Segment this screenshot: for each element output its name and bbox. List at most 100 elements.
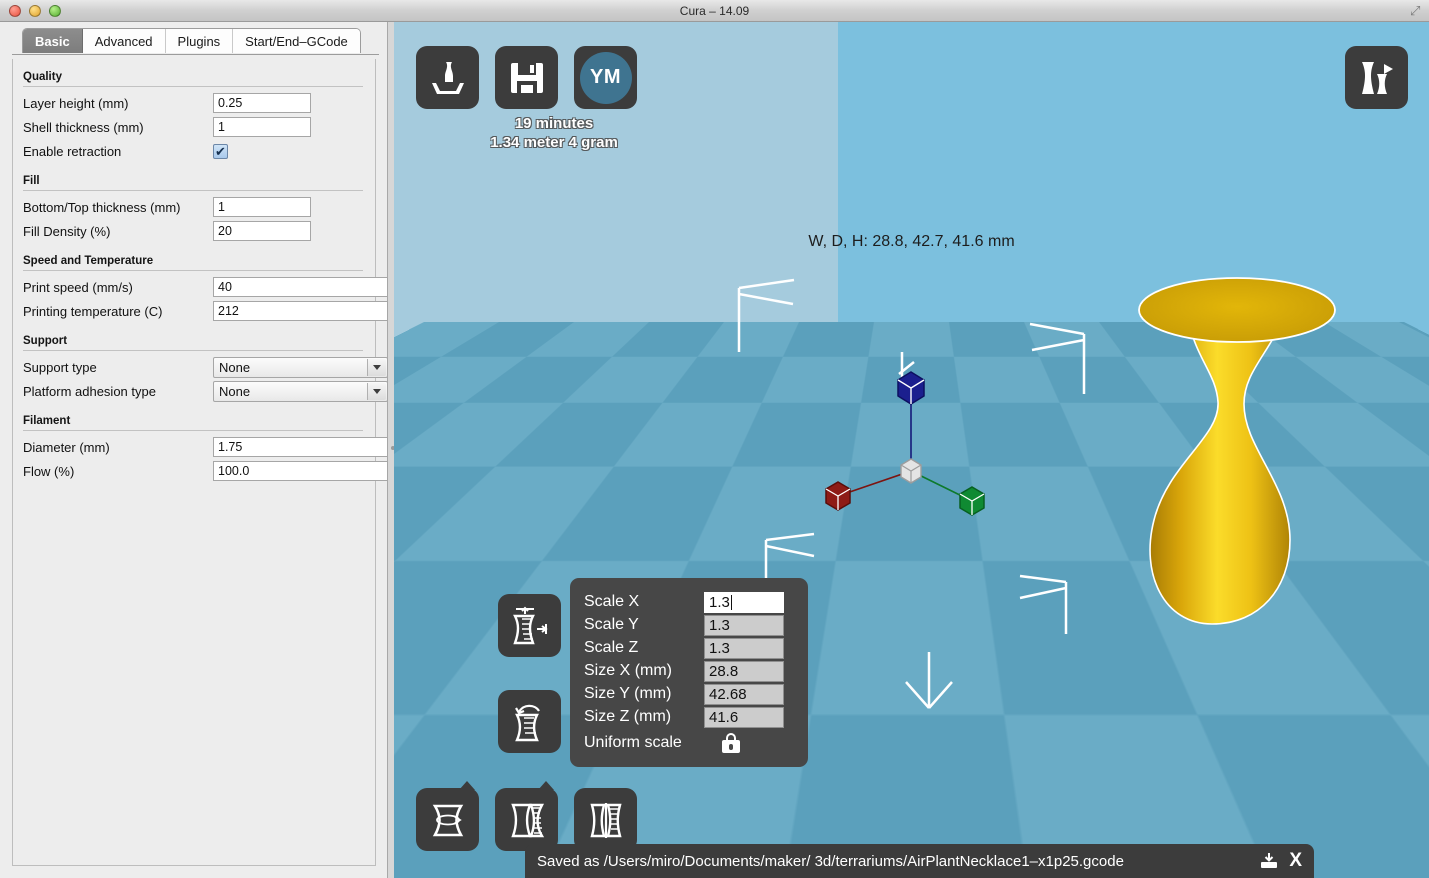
scale-dialog-input[interactable]: 1.3 <box>704 614 784 636</box>
setting-label: Bottom/Top thickness (mm) <box>23 199 181 215</box>
setting-input[interactable]: 100.0 <box>213 461 388 481</box>
scale-dialog-label: Size X (mm) <box>584 662 672 679</box>
scale-dialog-row: Size Z (mm) 41.6 <box>584 706 794 728</box>
setting-label: Flow (%) <box>23 463 75 479</box>
tab-plugins[interactable]: Plugins <box>165 29 234 53</box>
resize-grip-icon[interactable]: ⤢ <box>1410 4 1424 18</box>
scale-dialog-row: Scale Y 1.3 <box>584 614 794 636</box>
scale-dialog-input[interactable]: 1.3 <box>704 637 784 659</box>
setting-dropdown[interactable]: None <box>213 380 388 402</box>
eject-sd-button[interactable] <box>1259 852 1279 870</box>
scale-dialog-input[interactable]: 42.68 <box>704 683 784 705</box>
setting-label: Support type <box>23 359 97 375</box>
load-model-button[interactable] <box>416 46 479 109</box>
load-model-icon <box>431 61 464 94</box>
setting-row: Bottom/Top thickness (mm) 1 <box>23 196 367 218</box>
split-object-tool-icon <box>589 802 622 838</box>
scale-dialog-label: Scale X <box>584 593 640 610</box>
uniform-scale-label: Uniform scale <box>584 734 682 751</box>
setting-label: Diameter (mm) <box>23 439 110 455</box>
rotate-tool-icon <box>514 704 540 741</box>
settings-group-rule <box>23 270 363 271</box>
setting-dropdown-value: None <box>219 359 251 375</box>
lock-icon[interactable] <box>722 733 740 753</box>
model-dimensions-label: W, D, H: 28.8, 42.7, 41.6 mm <box>808 233 1015 250</box>
setting-input[interactable]: 1 <box>213 197 311 217</box>
mirror-tool-icon <box>432 804 463 836</box>
setting-dropdown[interactable]: None <box>213 356 388 378</box>
view-mode-button[interactable] <box>1345 46 1408 109</box>
bottom-toolbar <box>416 781 637 852</box>
tab-start-end-gcode[interactable]: Start/End–GCode <box>233 29 360 53</box>
setting-row: Platform adhesion type None <box>23 380 388 402</box>
settings-group-rule <box>23 190 363 191</box>
rotate-tool-button[interactable] <box>498 690 561 753</box>
setting-row: Flow (%) 100.0 <box>23 460 388 482</box>
mirror-caret-icon <box>459 781 475 790</box>
cura-application-window: Cura – 14.09 ⤢ Basic Advanced Plugins Start… <box>0 0 1429 878</box>
close-status-button[interactable]: X <box>1289 850 1302 872</box>
settings-panel: Basic Advanced Plugins Start/End–GCode Qual… <box>0 22 388 878</box>
chevron-down-icon[interactable] <box>367 358 386 376</box>
print-time: 19 minutes <box>514 115 594 132</box>
setting-row: Shell thickness (mm) 1 <box>23 116 367 138</box>
youmagine-label: YM <box>579 51 632 104</box>
scale-dialog-label: Size Y (mm) <box>584 685 672 702</box>
setting-input[interactable]: 1 <box>213 117 311 137</box>
settings-group-header: Fill <box>23 175 40 187</box>
setting-input[interactable]: 20 <box>213 221 311 241</box>
setting-row: Support type None <box>23 356 388 378</box>
setting-row: Print speed (mm/s) 40 <box>23 276 388 298</box>
top-toolbar: YM <box>416 46 637 109</box>
lay-flat-tool-button[interactable] <box>495 781 558 852</box>
scale-tool-icon <box>512 606 548 644</box>
scale-dialog-input[interactable]: 1.3 <box>704 591 784 613</box>
settings-group-rule <box>23 430 363 431</box>
status-bar: Saved as /Users/miro/Documents/maker/ 3d… <box>525 844 1314 878</box>
settings-group-rule <box>23 86 363 87</box>
setting-row: Fill Density (%) 20 <box>23 220 367 242</box>
lay-flat-tool-icon <box>510 803 544 837</box>
tab-advanced[interactable]: Advanced <box>82 29 166 53</box>
tab-basic[interactable]: Basic <box>23 29 83 53</box>
scale-dialog-row: Scale X 1.3 <box>584 591 794 613</box>
scale-dialog-label: Size Z (mm) <box>584 708 672 725</box>
3d-viewport[interactable]: W, D, H: 28.8, 42.7, 41.6 mm YM 19 minut… <box>394 22 1429 878</box>
scale-tool-button[interactable] <box>498 594 561 657</box>
print-info-block: 19 minutes 1.34 meter 4 gram <box>434 114 674 152</box>
scale-dialog-label: Scale Z <box>584 639 639 656</box>
setting-label: Layer height (mm) <box>23 95 129 111</box>
scale-dialog-input[interactable]: 28.8 <box>704 660 784 682</box>
setting-input[interactable]: 212 <box>213 301 388 321</box>
setting-row: Enable retraction ✔ <box>23 140 367 162</box>
settings-group-header: Speed and Temperature <box>23 255 154 267</box>
setting-label: Printing temperature (C) <box>23 303 163 319</box>
setting-row: Layer height (mm) 0.25 <box>23 92 367 114</box>
setting-row: Diameter (mm) 1.75 <box>23 436 388 458</box>
settings-group-header: Quality <box>23 71 62 83</box>
setting-checkbox[interactable]: ✔ <box>213 143 228 159</box>
save-toolpath-button[interactable] <box>495 46 558 109</box>
chevron-down-icon[interactable] <box>367 382 386 400</box>
gizmo-y-handle <box>959 486 985 516</box>
scale-dialog-row: Scale Z 1.3 <box>584 637 794 659</box>
scale-dialog[interactable]: Scale X 1.3 Scale Y 1.3 Scale Z 1.3 Size X (mm… <box>570 578 808 767</box>
mirror-tool-button[interactable] <box>416 781 479 851</box>
youmagine-button[interactable]: YM <box>574 46 637 109</box>
uniform-scale-row[interactable]: Uniform scale <box>584 730 794 756</box>
setting-label: Platform adhesion type <box>23 383 156 399</box>
status-message: Saved as /Users/miro/Documents/maker/ 3d… <box>537 852 1124 870</box>
view-mode-icon <box>1361 61 1393 94</box>
scale-dialog-input[interactable]: 41.6 <box>704 706 784 728</box>
setting-label: Print speed (mm/s) <box>23 279 133 295</box>
setting-input[interactable]: 1.75 <box>213 437 388 457</box>
settings-content: Quality Layer height (mm) 0.25 Shell thickn… <box>12 59 388 866</box>
settings-tab-bar: Basic Advanced Plugins Start/End–GCode <box>12 28 379 55</box>
lay-flat-caret-icon <box>538 781 554 790</box>
scale-dialog-row: Size X (mm) 28.8 <box>584 660 794 682</box>
tab-strip: Basic Advanced Plugins Start/End–GCode <box>22 28 361 53</box>
setting-input[interactable]: 40 <box>213 277 388 297</box>
split-object-tool-button[interactable] <box>574 788 637 851</box>
print-material: 1.34 meter 4 gram <box>490 134 618 151</box>
setting-input[interactable]: 0.25 <box>213 93 311 113</box>
